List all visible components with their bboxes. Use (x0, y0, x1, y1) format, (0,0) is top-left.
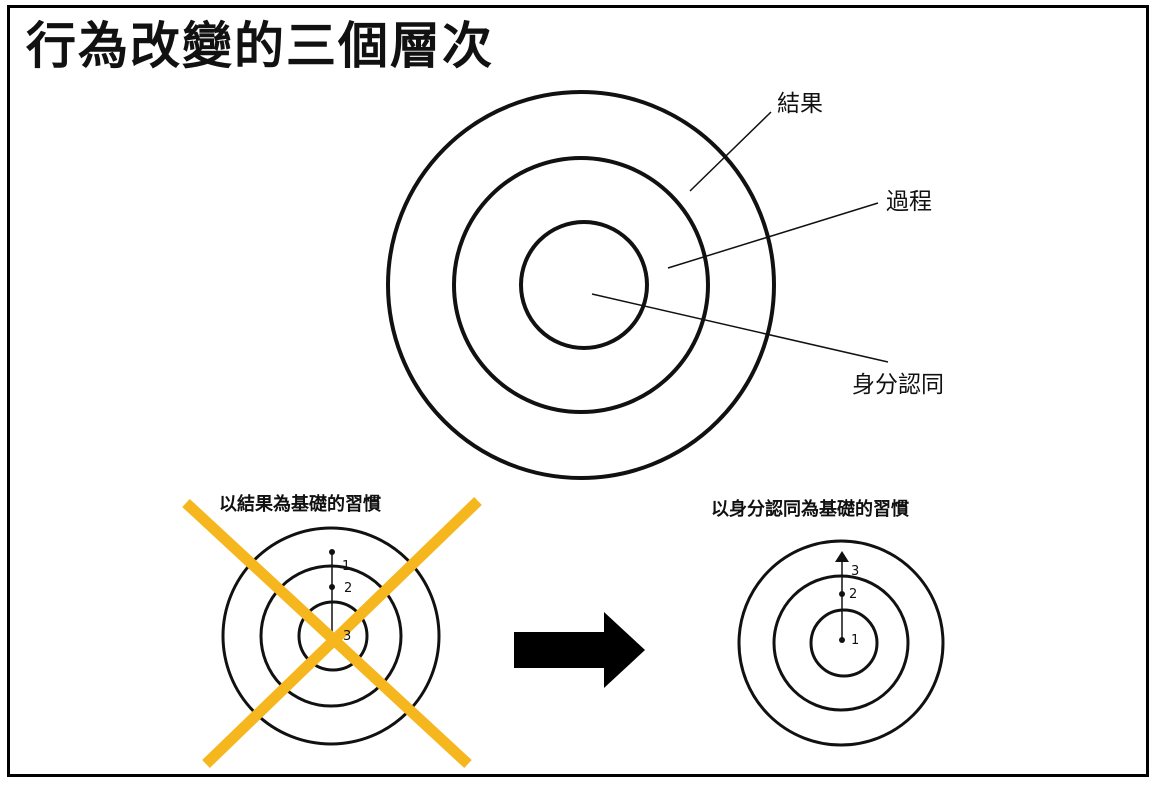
right-step-dot-2 (839, 591, 845, 597)
leader-line-results (689, 111, 772, 192)
left-step-1: 1 (342, 559, 351, 574)
outer-ring-results (386, 90, 776, 480)
diagram-canvas (182, 90, 945, 769)
inner-ring-identity (519, 220, 649, 350)
label-process: 過程 (886, 189, 932, 215)
right-inner-ring (809, 608, 879, 678)
middle-ring-process (452, 156, 710, 414)
right-step-1: 1 (851, 633, 860, 648)
left-step-dot-2 (329, 584, 335, 590)
right-step-3: 3 (851, 564, 860, 579)
left-step-2: 2 (344, 581, 353, 596)
main-diagram (386, 90, 776, 480)
left-caption: 以結果為基礎的習慣 (219, 494, 381, 515)
left-step-dot-1 (329, 549, 335, 555)
leader-lines (591, 111, 889, 363)
label-results: 結果 (777, 91, 823, 117)
arrow-right-icon (514, 612, 645, 688)
leader-line-identity (591, 293, 889, 363)
cross-out-icon (182, 497, 482, 769)
right-arrowhead-icon (835, 551, 849, 562)
right-diagram (737, 539, 945, 747)
right-outer-ring (737, 539, 945, 747)
right-step-dot-1 (839, 637, 845, 643)
left-step-3: 3 (343, 629, 352, 644)
right-step-2: 2 (849, 587, 858, 602)
right-caption: 以身分認同為基礎的習慣 (711, 499, 909, 520)
label-identity: 身分認同 (852, 372, 944, 398)
